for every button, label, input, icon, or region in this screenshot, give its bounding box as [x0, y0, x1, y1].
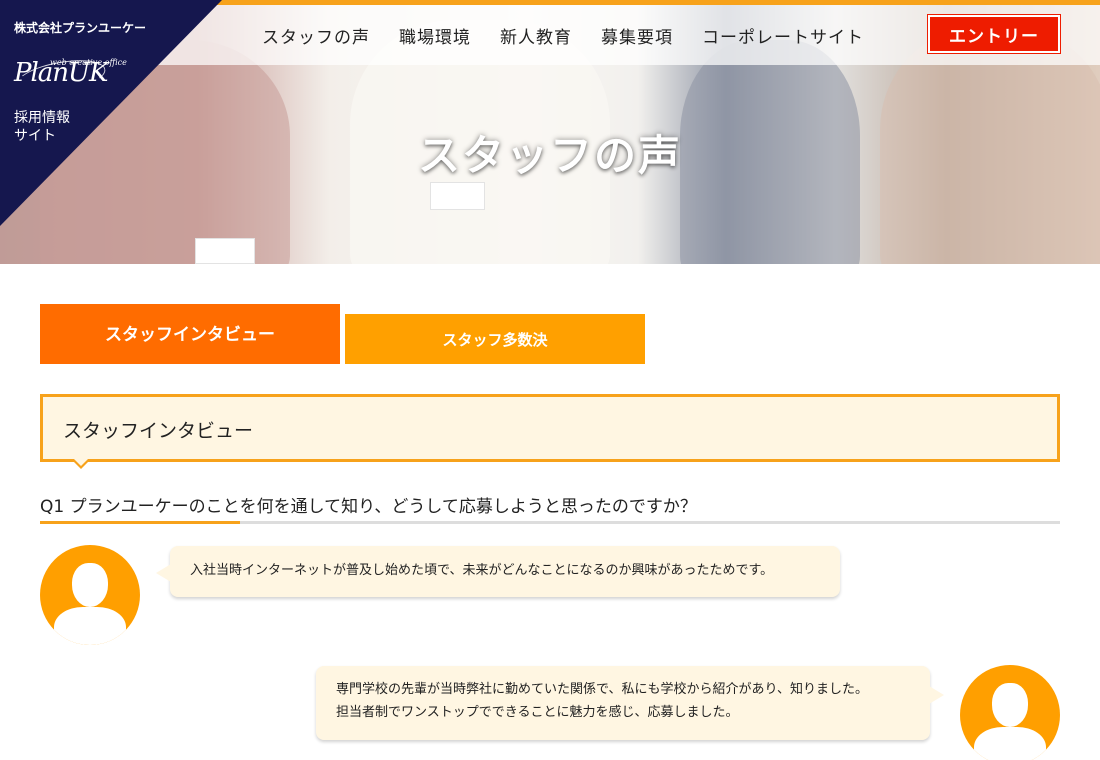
tab-staff-vote[interactable]: スタッフ多数決 — [345, 314, 645, 364]
answer-text: 入社当時インターネットが普及し始めた頃で、未来がどんなことになるのか興味があった… — [190, 563, 774, 578]
answer-text: 専門学校の先輩が当時弊社に勤めていた関係で、私にも学校から紹介があり、知りました… — [336, 682, 868, 697]
avatar-body — [974, 727, 1046, 760]
avatar-body — [54, 607, 126, 645]
answer-text: 担当者制でワンストップでできることに魅力を感じ、応募しました。 — [336, 705, 739, 720]
nav-item-recruitment[interactable]: 募集要項 — [601, 23, 673, 48]
question-underline-accent — [40, 521, 240, 524]
avatar-head — [992, 683, 1028, 727]
answer-bubble: 専門学校の先輩が当時弊社に勤めていた関係で、私にも学校から紹介があり、知りました… — [316, 666, 944, 740]
section-title: スタッフインタビュー — [63, 420, 254, 442]
nav-item-corporate-site[interactable]: コーポレートサイト — [702, 23, 864, 48]
answer-bubble: 入社当時インターネットが普及し始めた頃で、未来がどんなことになるのか興味があった… — [156, 546, 840, 597]
avatar-head — [72, 563, 108, 607]
site-tagline: 採用情報 サイト — [14, 109, 70, 145]
bubble-tail — [929, 686, 944, 704]
entry-button[interactable]: エントリー — [928, 15, 1060, 53]
tagline-line: 採用情報 — [14, 110, 70, 126]
person-avatar-icon — [40, 545, 140, 645]
tagline-line: サイト — [14, 128, 56, 144]
main-nav: スタッフの声 職場環境 新人教育 募集要項 コーポレートサイト — [262, 5, 893, 65]
nav-item-training[interactable]: 新人教育 — [500, 23, 572, 48]
tab-staff-interview[interactable]: スタッフインタビュー — [40, 304, 340, 364]
question-heading: Q1 プランユーケーのことを何を通して知り、どうして応募しようと思ったのですか？ — [40, 497, 697, 517]
logo-subtext: web creative office — [50, 58, 127, 67]
section-header: スタッフインタビュー — [40, 394, 1060, 469]
company-name[interactable]: 株式会社プランユーケー — [14, 19, 146, 36]
nav-item-workplace[interactable]: 職場環境 — [399, 23, 471, 48]
section-pointer-inner — [74, 459, 88, 466]
nav-item-staff-voice[interactable]: スタッフの声 — [262, 23, 370, 48]
bubble-tail — [156, 564, 171, 582]
person-avatar-icon — [960, 665, 1060, 760]
